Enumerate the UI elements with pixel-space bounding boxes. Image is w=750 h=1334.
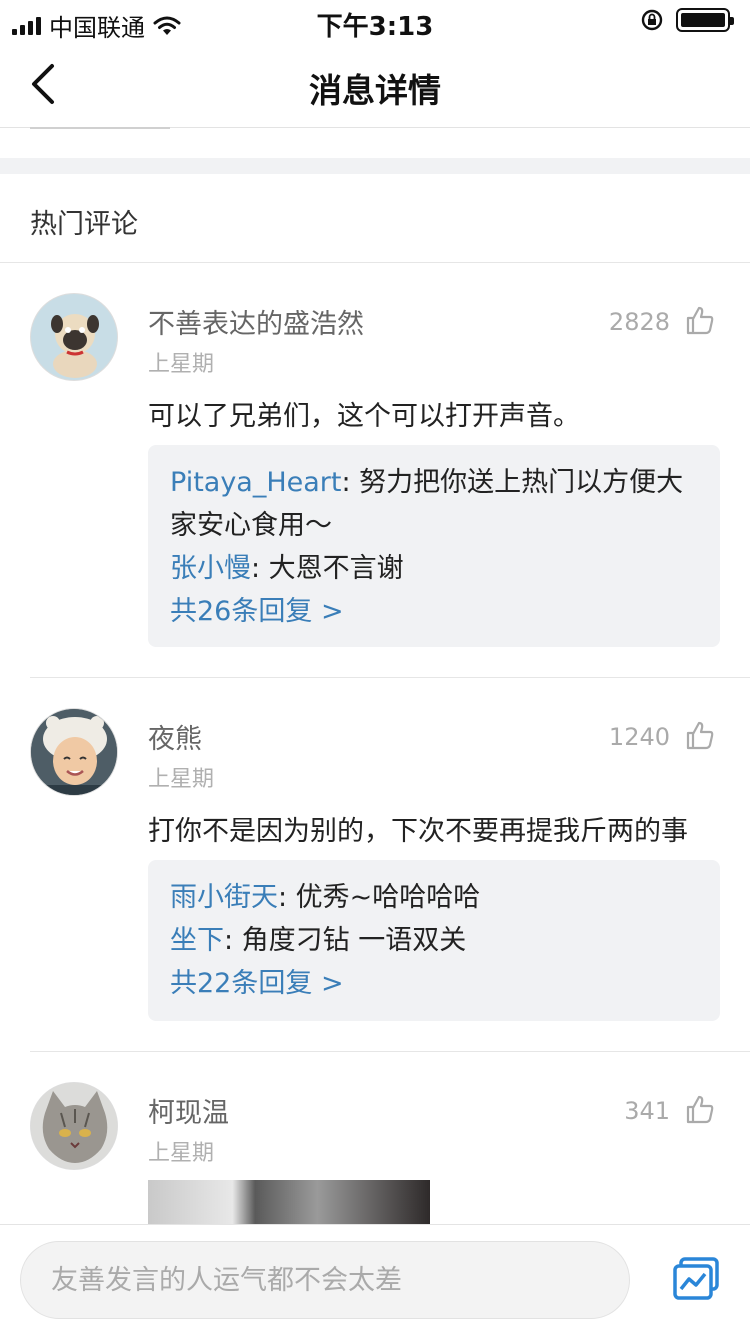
more-replies-link[interactable]: 共22条回复 > bbox=[170, 962, 698, 1005]
avatar[interactable] bbox=[30, 293, 118, 381]
comment-image[interactable] bbox=[148, 1180, 430, 1226]
comment-time: 上星期 bbox=[148, 767, 215, 792]
comment-author[interactable]: 柯现温 bbox=[148, 1091, 229, 1130]
reply-user[interactable]: 坐下 bbox=[170, 925, 224, 956]
thumbs-up-icon[interactable] bbox=[684, 719, 716, 751]
reply-text: : 角度刁钻 一语双关 bbox=[224, 925, 467, 956]
rotation-lock-icon bbox=[641, 9, 663, 31]
divider bbox=[0, 262, 750, 263]
like-count: 341 bbox=[624, 1097, 670, 1125]
page-title: 消息详情 bbox=[309, 71, 441, 110]
reply-user[interactable]: Pitaya_Heart bbox=[170, 467, 342, 498]
comment-time: 上星期 bbox=[148, 352, 215, 377]
reply-user[interactable]: 张小慢 bbox=[170, 553, 251, 584]
reply-item: 雨小街天: 优秀~哈哈哈哈 bbox=[170, 876, 698, 919]
comment-time: 上星期 bbox=[148, 1141, 215, 1166]
like-count: 1240 bbox=[608, 723, 670, 751]
nav-bar: 消息详情 bbox=[0, 40, 750, 128]
thumbs-up-icon[interactable] bbox=[684, 304, 716, 336]
reply-item: Pitaya_Heart: 努力把你送上热门以方便大 bbox=[170, 461, 698, 504]
like-count: 2828 bbox=[608, 308, 670, 336]
comment-text: 打你不是因为别的，下次不要再提我斤两的事 bbox=[148, 816, 688, 847]
reply-text: : 优秀~哈哈哈哈 bbox=[278, 882, 481, 913]
avatar[interactable] bbox=[30, 708, 118, 796]
status-time: 下午3:13 bbox=[316, 12, 434, 42]
more-replies-link[interactable]: 共26条回复 > bbox=[170, 590, 698, 633]
reply-box[interactable]: 雨小街天: 优秀~哈哈哈哈 坐下: 角度刁钻 一语双关 共22条回复 > bbox=[148, 860, 720, 1021]
battery-icon bbox=[676, 8, 734, 32]
comment-input[interactable] bbox=[20, 1241, 630, 1319]
reply-user[interactable]: 雨小街天 bbox=[170, 882, 278, 913]
status-bar: 中国联通 下午3:13 bbox=[0, 0, 750, 42]
reply-box[interactable]: Pitaya_Heart: 努力把你送上热门以方便大 家安心食用～ 张小慢: 大… bbox=[148, 445, 720, 647]
divider bbox=[30, 677, 750, 678]
reply-text: : 努力把你送上热门以方便大 bbox=[341, 467, 684, 498]
comment-text: 可以了兄弟们，这个可以打开声音。 bbox=[148, 401, 580, 432]
section-gap bbox=[0, 158, 750, 174]
reply-item: 坐下: 角度刁钻 一语双关 bbox=[170, 919, 698, 962]
comment-input-bar bbox=[0, 1224, 750, 1334]
thumbs-up-icon[interactable] bbox=[684, 1093, 716, 1125]
avatar[interactable] bbox=[30, 1082, 118, 1170]
reply-text-cont: 家安心食用～ bbox=[170, 510, 332, 541]
divider bbox=[30, 1051, 750, 1052]
comment-author[interactable]: 夜熊 bbox=[148, 717, 202, 756]
reply-item: 张小慢: 大恩不言谢 bbox=[170, 547, 698, 590]
comment-author[interactable]: 不善表达的盛浩然 bbox=[148, 302, 364, 341]
share-image-icon[interactable] bbox=[672, 1257, 720, 1301]
divider bbox=[30, 127, 170, 129]
section-title: 热门评论 bbox=[30, 209, 138, 240]
reply-text: : 大恩不言谢 bbox=[251, 553, 404, 584]
